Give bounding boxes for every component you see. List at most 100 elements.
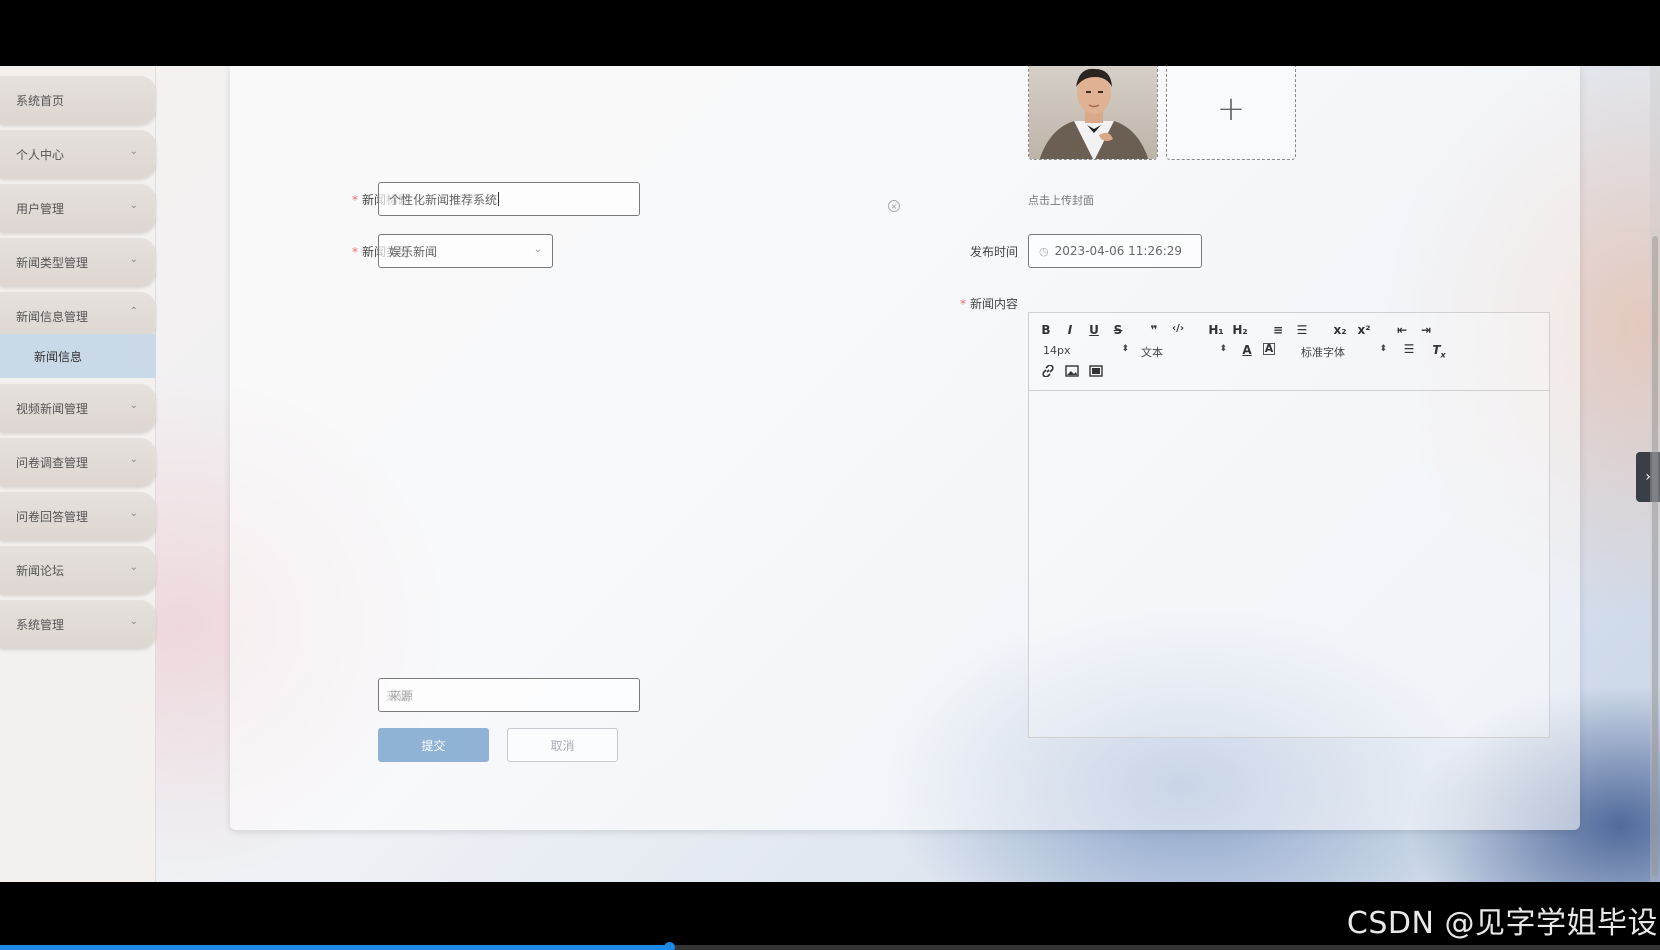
cover-image-preview[interactable] xyxy=(1028,66,1158,160)
font-size-value: 14px xyxy=(1043,344,1071,357)
sidebar-item-home[interactable]: 系统首页 xyxy=(0,76,156,124)
editor-content-area[interactable] xyxy=(1029,391,1549,739)
sidebar-item-label: 问卷回答管理 xyxy=(16,509,89,524)
font-family-value: 标准字体 xyxy=(1301,346,1345,359)
sidebar: 系统首页 个人中心 ⌄ 用户管理 ⌄ 新闻类型管理 ⌄ 新闻信息管理 ⌃ 新闻信息 视频… xyxy=(0,66,156,882)
source-input[interactable]: 来源 xyxy=(378,678,640,712)
background-color-icon[interactable]: A xyxy=(1263,343,1275,355)
superscript-button[interactable]: x² xyxy=(1356,323,1372,337)
bullet-list-button[interactable]: ☰ xyxy=(1294,323,1310,337)
ordered-list-button[interactable]: ≡ xyxy=(1270,323,1286,337)
blockquote-button[interactable]: ❞ xyxy=(1146,323,1162,337)
chevron-down-icon: ⌄ xyxy=(533,244,542,255)
chevron-down-icon: ⌄ xyxy=(129,454,138,465)
select-arrows-icon: ⬍ xyxy=(1121,344,1129,354)
outdent-button[interactable]: ⇤ xyxy=(1394,323,1410,337)
required-mark: * xyxy=(351,193,358,207)
sidebar-subitem-news-info[interactable]: 新闻信息 xyxy=(0,334,156,378)
title-input-value: 个性化新闻推荐系统 xyxy=(389,192,498,207)
page-scrollbar[interactable] xyxy=(1650,66,1660,882)
sidebar-item-label: 视频新闻管理 xyxy=(16,401,89,416)
select-arrows-icon: ⬍ xyxy=(1379,344,1387,354)
app-screen: 系统首页 个人中心 ⌄ 用户管理 ⌄ 新闻类型管理 ⌄ 新闻信息管理 ⌃ 新闻信息 视频… xyxy=(0,66,1660,882)
sidebar-item-user-management[interactable]: 用户管理 ⌄ xyxy=(0,184,156,232)
source-input-placeholder: 来源 xyxy=(389,688,414,703)
sidebar-subitem-label: 新闻信息 xyxy=(34,349,83,364)
sidebar-item-label: 用户管理 xyxy=(16,201,65,216)
chevron-up-icon: ⌃ xyxy=(129,306,138,317)
chevron-down-icon: ⌄ xyxy=(129,616,138,627)
code-block-button[interactable]: ‹/› xyxy=(1170,323,1186,334)
clear-icon[interactable]: × xyxy=(888,200,900,212)
video-progress-knob[interactable] xyxy=(663,942,675,950)
bold-button[interactable]: B xyxy=(1038,323,1054,337)
select-arrows-icon: ⬍ xyxy=(1219,344,1227,354)
heading-1-button[interactable]: H₁ xyxy=(1208,323,1224,337)
chevron-down-icon: ⌄ xyxy=(129,200,138,211)
video-bottom-bar: CSDN @见字学姐毕设 xyxy=(0,882,1660,950)
submit-button[interactable]: 提交 xyxy=(378,728,489,762)
chevron-down-icon: ⌄ xyxy=(129,254,138,265)
clock-icon: ◷ xyxy=(1039,244,1049,258)
required-mark: * xyxy=(351,245,358,259)
cover-upload-button[interactable]: + xyxy=(1166,66,1296,160)
type-select-value: 娱乐新闻 xyxy=(389,244,438,259)
heading-2-button[interactable]: H₂ xyxy=(1232,323,1248,337)
strikethrough-button[interactable]: S xyxy=(1110,323,1126,337)
sidebar-item-label: 系统管理 xyxy=(16,617,65,632)
sidebar-item-news-type-management[interactable]: 新闻类型管理 ⌄ xyxy=(0,238,156,286)
title-input[interactable]: 个性化新闻推荐系统 xyxy=(378,182,640,216)
cancel-button[interactable]: 取消 xyxy=(507,728,618,762)
content-label: * 新闻内容 xyxy=(890,295,1018,312)
scrollbar-thumb[interactable] xyxy=(1652,236,1658,876)
block-format-select[interactable]: 文本 ⬍ xyxy=(1141,344,1227,360)
align-icon[interactable]: ☰ xyxy=(1401,342,1417,356)
sidebar-item-label: 新闻信息管理 xyxy=(16,309,89,324)
font-size-select[interactable]: 14px ⬍ xyxy=(1043,344,1129,357)
sidebar-item-video-news-management[interactable]: 视频新闻管理 ⌄ xyxy=(0,384,156,432)
indent-button[interactable]: ⇥ xyxy=(1418,323,1434,337)
type-select[interactable]: 娱乐新闻 ⌄ xyxy=(378,234,553,268)
underline-button[interactable]: U xyxy=(1086,323,1102,337)
sidebar-item-system-management[interactable]: 系统管理 ⌄ xyxy=(0,600,156,648)
publish-time-label: 发布时间 xyxy=(969,245,1018,259)
sidebar-item-label: 新闻类型管理 xyxy=(16,255,89,270)
chevron-down-icon: ⌄ xyxy=(129,508,138,519)
publish-time-value: 2023-04-06 11:26:29 xyxy=(1054,244,1183,258)
sidebar-item-survey-answer-management[interactable]: 问卷回答管理 ⌄ xyxy=(0,492,156,540)
video-progress-bar[interactable] xyxy=(0,942,1660,950)
font-family-select[interactable]: 标准字体 ⬍ xyxy=(1301,344,1387,360)
news-form-card: + 点击上传封面 *新闻标题 个性化新闻推荐系统 × *新闻类型 娱乐新闻⌄ 发… xyxy=(230,66,1580,830)
clear-format-icon[interactable]: Tx xyxy=(1431,343,1447,359)
italic-button[interactable]: I xyxy=(1062,323,1078,337)
video-progress-fill xyxy=(0,945,669,950)
image-icon[interactable] xyxy=(1064,365,1080,380)
sidebar-item-label: 新闻论坛 xyxy=(16,563,65,578)
cover-upload-hint: 点击上传封面 xyxy=(1028,194,1094,207)
rich-text-editor: B I U S ❞ ‹/› H₁ H₂ ≡ ☰ x₂ x² ⇤ ⇥ 14px ⬍ … xyxy=(1028,312,1550,738)
content-label-text: 新闻内容 xyxy=(969,297,1018,311)
sidebar-item-label: 系统首页 xyxy=(16,93,65,108)
sidebar-item-news-forum[interactable]: 新闻论坛 ⌄ xyxy=(0,546,156,594)
block-format-value: 文本 xyxy=(1141,346,1163,359)
plus-icon: + xyxy=(1216,89,1246,129)
font-color-icon[interactable]: A xyxy=(1239,343,1255,357)
cover-photo xyxy=(1029,66,1157,159)
subscript-button[interactable]: x₂ xyxy=(1332,323,1348,337)
sidebar-item-survey-management[interactable]: 问卷调查管理 ⌄ xyxy=(0,438,156,486)
chevron-down-icon: ⌄ xyxy=(129,562,138,573)
text-caret xyxy=(498,192,500,206)
csdn-watermark: CSDN @见字学姐毕设 xyxy=(1346,906,1658,941)
publish-time-picker[interactable]: ◷ 2023-04-06 11:26:29 xyxy=(1028,234,1202,268)
link-icon[interactable] xyxy=(1040,364,1056,380)
editor-toolbar: B I U S ❞ ‹/› H₁ H₂ ≡ ☰ x₂ x² ⇤ ⇥ 14px ⬍ … xyxy=(1029,313,1549,391)
sidebar-item-label: 个人中心 xyxy=(16,147,65,162)
required-mark: * xyxy=(959,297,966,311)
chevron-down-icon: ⌄ xyxy=(129,400,138,411)
video-icon[interactable] xyxy=(1088,365,1104,380)
sidebar-item-news-info-management[interactable]: 新闻信息管理 ⌃ xyxy=(0,292,156,340)
chevron-down-icon: ⌄ xyxy=(129,146,138,157)
sidebar-item-personal-center[interactable]: 个人中心 ⌄ xyxy=(0,130,156,178)
sidebar-item-label: 问卷调查管理 xyxy=(16,455,89,470)
video-top-letterbox xyxy=(0,0,1660,66)
